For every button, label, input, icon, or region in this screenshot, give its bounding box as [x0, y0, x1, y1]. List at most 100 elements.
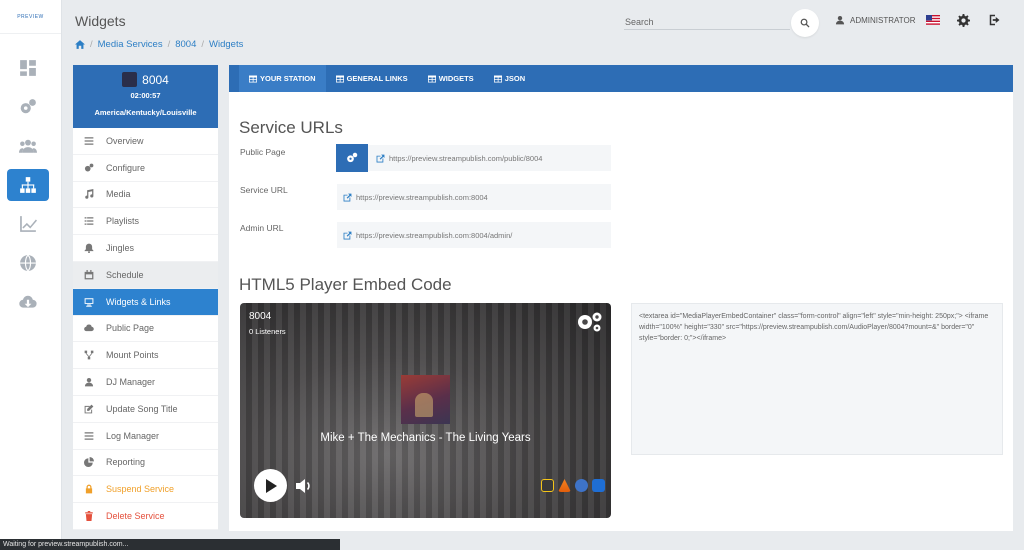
- cogs-icon: [347, 152, 358, 163]
- itunes-icon[interactable]: [575, 479, 588, 492]
- menu-item-configure[interactable]: Configure: [73, 155, 218, 182]
- player-listener-count: 0 Listeners: [249, 327, 286, 336]
- service-urls-heading: Service URLs: [239, 118, 343, 137]
- service-url-link[interactable]: https://preview.streampublish.com:8004: [356, 193, 488, 202]
- volume-icon[interactable]: [295, 478, 313, 494]
- user-menu[interactable]: ADMINISTRATOR: [835, 15, 915, 25]
- media-player-icon[interactable]: [592, 479, 605, 492]
- table-icon: [427, 75, 436, 82]
- breadcrumb-media-services[interactable]: Media Services: [98, 39, 163, 50]
- menu-item-label: Media: [106, 189, 131, 200]
- sitemap-icon: [20, 177, 36, 193]
- album-art: [401, 375, 450, 424]
- line-chart-icon: [20, 216, 37, 232]
- public-page-label: Public Page: [240, 147, 286, 157]
- service-name: 8004: [142, 72, 169, 87]
- menu-item-schedule[interactable]: Schedule: [73, 261, 218, 289]
- menu-item-label: Suspend Service: [106, 484, 175, 495]
- player-station-name: 8004: [249, 311, 272, 322]
- user-icon: [835, 15, 845, 25]
- menu-item-label: Reporting: [106, 457, 146, 468]
- tab-widgets[interactable]: WIDGETS: [418, 65, 484, 92]
- rail-downloads[interactable]: [7, 286, 49, 318]
- menu-item-reporting[interactable]: Reporting: [73, 450, 218, 477]
- breadcrumb: / Media Services / 8004 / Widgets: [75, 39, 243, 50]
- menu-item-mount-points[interactable]: Mount Points: [73, 342, 218, 370]
- search-input[interactable]: [624, 14, 790, 30]
- home-icon[interactable]: [75, 40, 85, 49]
- now-playing-title: Mike + The Mechanics - The Living Years: [320, 432, 531, 444]
- play-button[interactable]: [254, 469, 287, 502]
- language-flag[interactable]: [925, 12, 941, 28]
- breadcrumb-service[interactable]: 8004: [175, 39, 196, 50]
- menu-item-label: Schedule: [106, 269, 144, 280]
- admin-url-field: https://preview.streampublish.com:8004/a…: [337, 222, 611, 248]
- cogs-icon: [84, 163, 94, 172]
- menu-item-widgets-links[interactable]: Widgets & Links: [73, 288, 218, 316]
- menu-item-jingles[interactable]: Jingles: [73, 235, 218, 262]
- calendar-icon: [84, 269, 94, 280]
- table-icon: [249, 75, 257, 82]
- bell-icon: [84, 243, 94, 254]
- sign-out-icon: [989, 14, 1000, 26]
- external-link-icon: [343, 193, 352, 201]
- menu-item-overview[interactable]: Overview: [73, 128, 218, 155]
- menu-item-label: Widgets & Links: [106, 296, 171, 307]
- settings-button[interactable]: [955, 12, 971, 28]
- service-timezone: America/Kentucky/Louisville: [94, 108, 197, 117]
- play-icon: [265, 478, 277, 493]
- service-url-label: Service URL: [240, 185, 288, 195]
- sitemap-icon: [84, 350, 94, 360]
- cogs-icon[interactable]: [575, 311, 603, 333]
- breadcrumb-widgets[interactable]: Widgets: [209, 39, 243, 50]
- page-title: Widgets: [75, 13, 126, 29]
- rail-services[interactable]: [7, 169, 49, 201]
- embed-code-heading: HTML5 Player Embed Code: [239, 275, 452, 294]
- menu-item-label: Public Page: [106, 323, 155, 334]
- music-icon: [85, 189, 94, 200]
- menu-item-label: Update Song Title: [106, 403, 178, 414]
- dashboard-icon: [20, 60, 36, 76]
- admin-url-link[interactable]: https://preview.streampublish.com:8004/a…: [356, 231, 512, 240]
- main-panel: YOUR STATION GENERAL LINKS WIDGETS JSON …: [229, 65, 1013, 531]
- menu-item-playlists[interactable]: Playlists: [73, 208, 218, 236]
- menu-item-log-manager[interactable]: Log Manager: [73, 423, 218, 450]
- rail-dashboard[interactable]: [7, 52, 49, 84]
- public-page-url-link[interactable]: https://preview.streampublish.com/public…: [389, 154, 542, 163]
- service-clock: 02:00:57: [130, 91, 161, 100]
- vlc-icon[interactable]: [558, 479, 571, 492]
- tab-your-station[interactable]: YOUR STATION: [239, 65, 326, 92]
- service-card: 8004 02:00:57 America/Kentucky/Louisvill…: [73, 65, 218, 128]
- logout-button[interactable]: [987, 12, 1003, 28]
- search-button[interactable]: [791, 9, 819, 37]
- lock-icon: [85, 484, 93, 494]
- service-logo: [122, 72, 138, 87]
- menu-item-label: Overview: [106, 135, 144, 146]
- rail-network[interactable]: [7, 247, 49, 279]
- edit-icon: [84, 404, 94, 414]
- menu-item-update-song-title[interactable]: Update Song Title: [73, 396, 218, 423]
- winamp-icon[interactable]: [541, 479, 554, 492]
- list-icon: [84, 137, 94, 145]
- table-icon: [335, 75, 344, 82]
- brand-logo[interactable]: PREVIEW: [0, 0, 61, 34]
- menu-item-public-page[interactable]: Public Page: [73, 316, 218, 343]
- menu-item-media[interactable]: Media: [73, 182, 218, 209]
- rail-users[interactable]: [7, 130, 49, 162]
- tab-json[interactable]: JSON: [484, 65, 535, 92]
- embed-code-textarea[interactable]: <textarea id="MediaPlayerEmbedContainer"…: [631, 303, 1003, 455]
- service-url-field: https://preview.streampublish.com:8004: [337, 184, 611, 210]
- menu-item-label: Mount Points: [106, 350, 159, 361]
- gear-icon: [956, 13, 970, 27]
- external-link-icon: [376, 154, 385, 162]
- public-page-configure-button[interactable]: [336, 144, 368, 172]
- menu-item-label: Playlists: [106, 216, 140, 227]
- rail-statistics[interactable]: [7, 208, 49, 240]
- tab-general-links[interactable]: GENERAL LINKS: [326, 65, 418, 92]
- menu-item-delete-service[interactable]: Delete Service: [73, 503, 218, 530]
- menu-item-dj-manager[interactable]: DJ Manager: [73, 369, 218, 396]
- desktop-icon: [84, 297, 94, 307]
- menu-item-suspend-service[interactable]: Suspend Service: [73, 476, 218, 504]
- cogs-icon: [20, 99, 36, 114]
- rail-configure[interactable]: [7, 91, 49, 123]
